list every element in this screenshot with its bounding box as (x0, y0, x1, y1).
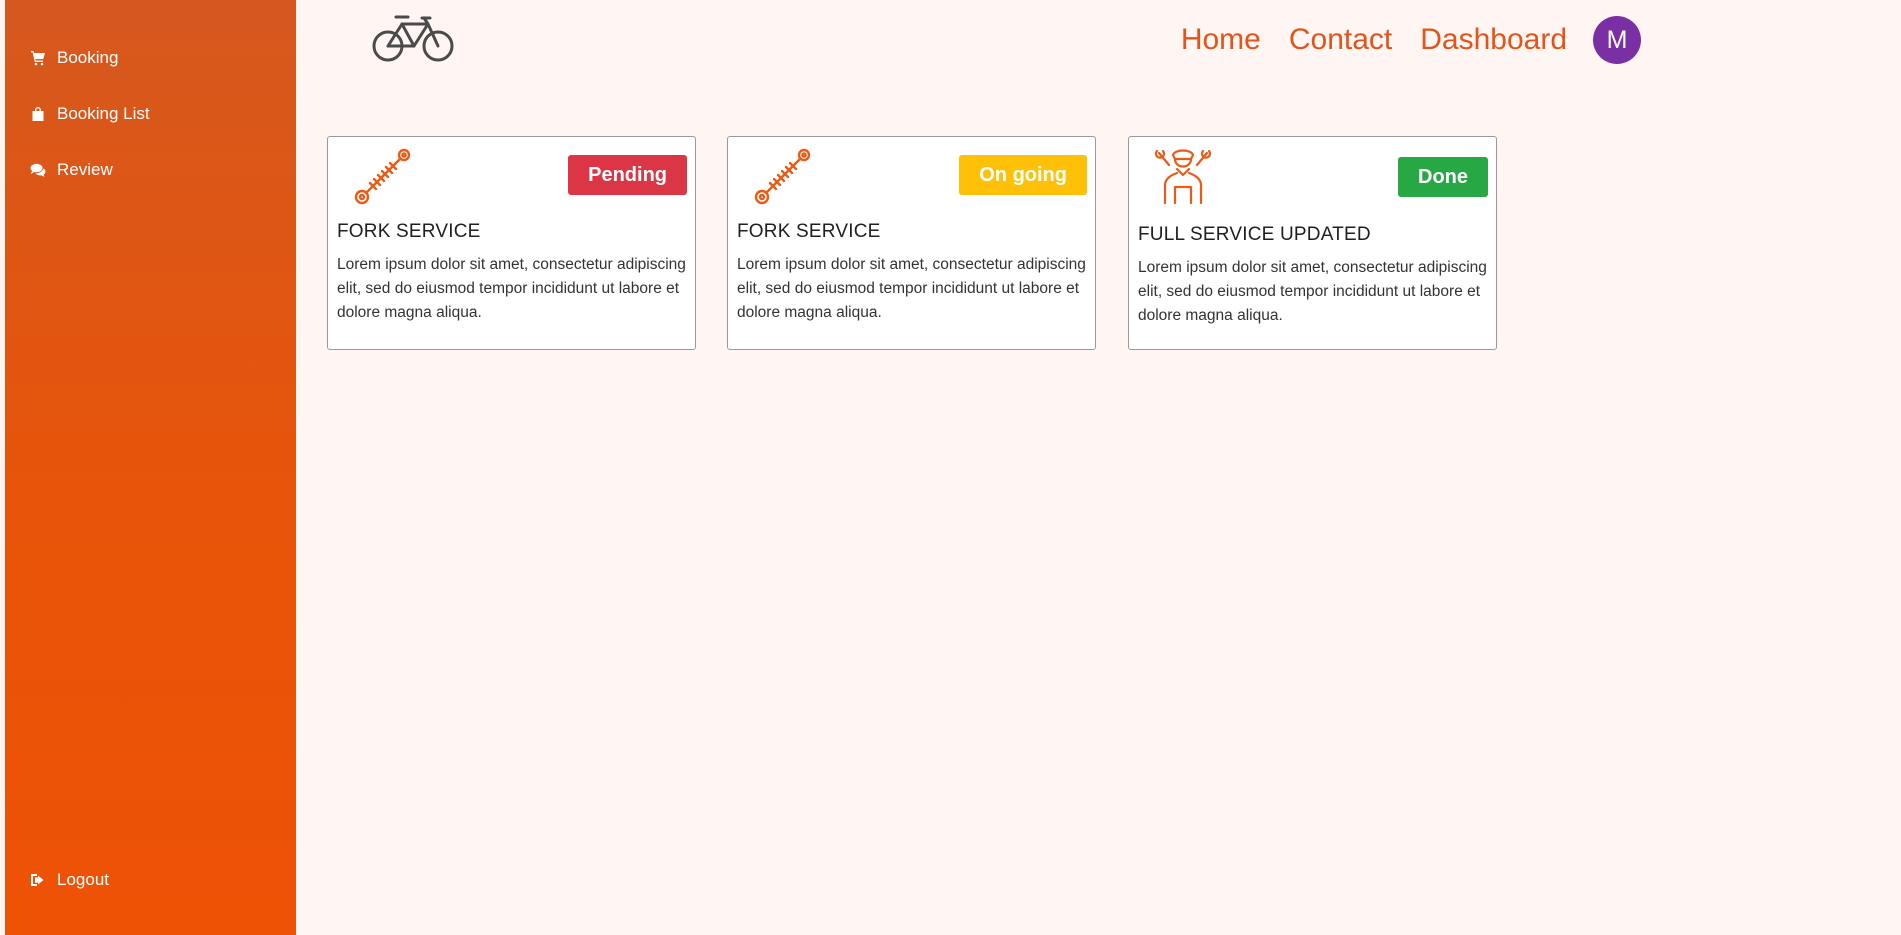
avatar[interactable]: M (1593, 16, 1641, 64)
mechanic-icon (1151, 145, 1215, 209)
shock-absorber-icon (350, 145, 414, 209)
status-badge: Pending (568, 155, 687, 195)
status-badge: Done (1398, 157, 1488, 197)
card-description: Lorem ipsum dolor sit amet, consectetur … (737, 256, 1086, 321)
nav-home-link[interactable]: Home (1181, 23, 1261, 57)
card-title: FULL SERVICE UPDATED (1138, 224, 1371, 245)
sidebar-item-booking-list[interactable]: Booking List (29, 104, 150, 124)
card-title: FORK SERVICE (337, 221, 481, 242)
comments-icon (29, 161, 47, 179)
logout-label: Logout (57, 870, 109, 889)
cart-icon (29, 49, 47, 67)
service-card: On going FORK SERVICE Lorem ipsum dolor … (727, 136, 1096, 350)
bicycle-icon[interactable] (372, 12, 454, 64)
sidebar-item-booking[interactable]: Booking (29, 48, 118, 68)
card-description: Lorem ipsum dolor sit amet, consectetur … (1138, 259, 1487, 324)
sidebar: Booking Booking List Review Logout (5, 0, 296, 935)
logout-button[interactable]: Logout (29, 870, 109, 890)
service-card: Pending FORK SERVICE Lorem ipsum dolor s… (327, 136, 696, 350)
sidebar-item-label: Booking (57, 48, 119, 67)
sidebar-item-review[interactable]: Review (29, 160, 113, 180)
status-badge: On going (959, 155, 1087, 195)
sidebar-item-label: Review (57, 160, 113, 179)
nav-dashboard-link[interactable]: Dashboard (1420, 23, 1567, 57)
sign-out-icon (29, 871, 47, 889)
nav-contact-link[interactable]: Contact (1289, 23, 1392, 57)
service-card: Done FULL SERVICE UPDATED Lorem ipsum do… (1128, 136, 1497, 350)
card-title: FORK SERVICE (737, 221, 881, 242)
sidebar-item-label: Booking List (57, 104, 150, 123)
shopping-bag-icon (29, 105, 47, 123)
card-description: Lorem ipsum dolor sit amet, consectetur … (337, 256, 686, 321)
top-nav: Home Contact Dashboard M (1153, 16, 1641, 64)
shock-absorber-icon (750, 145, 814, 209)
